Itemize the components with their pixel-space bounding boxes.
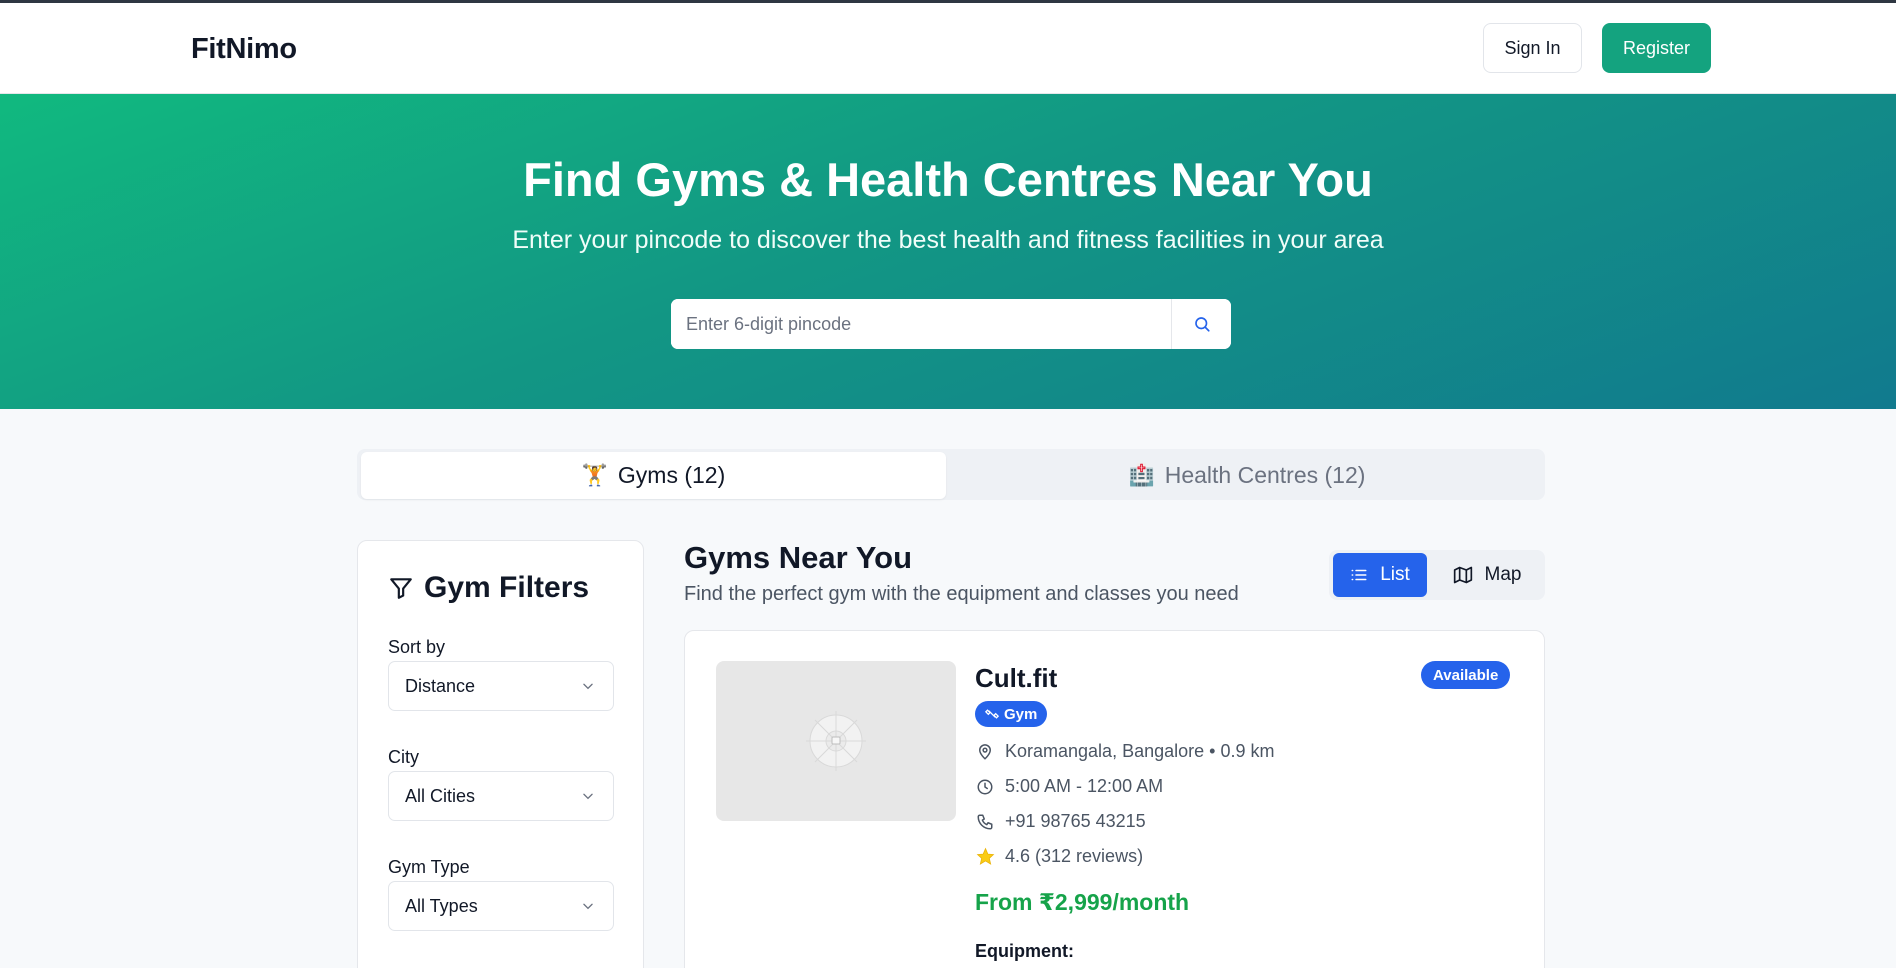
view-toggle: List Map [1329, 550, 1545, 600]
phone-icon [977, 814, 993, 829]
gym-name[interactable]: Cult.fit [975, 663, 1057, 694]
hospital-icon: 🏥 [1128, 463, 1155, 487]
gym-location: Koramangala, Bangalore • 0.9 km [975, 741, 1274, 762]
chevron-down-icon [583, 903, 593, 910]
city-select[interactable]: All Cities [388, 771, 614, 821]
map-pin-icon [978, 743, 992, 760]
register-button[interactable]: Register [1602, 23, 1711, 73]
tab-health-centres[interactable]: 🏥 Health Centres (12) [952, 452, 1542, 499]
map-icon [1453, 566, 1472, 584]
site-header: FitNimo Sign In Register [0, 3, 1896, 94]
gym-type-badge: Gym [975, 701, 1048, 727]
chevron-down-icon [583, 793, 593, 800]
list-view-button[interactable]: List [1333, 553, 1427, 597]
weightlifter-icon: 🏋️ [581, 463, 608, 487]
tab-health-centres-label: Health Centres (12) [1164, 462, 1366, 488]
filters-title: Gym Filters [388, 571, 589, 605]
category-tabs: 🏋️ Gyms (12) 🏥 Health Centres (12) [357, 449, 1545, 500]
gym-type-select[interactable]: All Types [388, 881, 614, 931]
hero-title: Find Gyms & Health Centres Near You [523, 153, 1373, 206]
star-icon [976, 847, 994, 865]
list-icon [1351, 569, 1367, 581]
hero-subtitle: Enter your pincode to discover the best … [512, 226, 1384, 254]
sort-select[interactable]: Distance [388, 661, 614, 711]
dumbbell-icon [985, 709, 999, 719]
results-subheading: Find the perfect gym with the equipment … [684, 583, 1239, 605]
city-label: City [388, 747, 419, 767]
gym-phone[interactable]: +91 98765 43215 [975, 811, 1146, 832]
sign-in-button[interactable]: Sign In [1483, 23, 1582, 73]
search-icon [1194, 317, 1210, 332]
sort-label: Sort by [388, 637, 446, 657]
chevron-down-icon [583, 683, 593, 690]
equipment-label: Equipment: [975, 941, 1074, 961]
city-value: All Cities [405, 785, 476, 806]
clock-icon [977, 779, 993, 794]
filters-panel: Gym Filters Sort by Distance City All Ci… [357, 540, 644, 968]
hero-banner: Find Gyms & Health Centres Near You Ente… [0, 94, 1896, 409]
sort-value: Distance [405, 675, 476, 696]
pincode-search [671, 299, 1231, 349]
gym-card[interactable]: Cult.fit Available Gym Koramangala, Bang… [684, 630, 1545, 968]
tab-gyms[interactable]: 🏋️ Gyms (12) [361, 452, 946, 499]
logo[interactable]: FitNimo [191, 33, 297, 66]
gym-rating: 4.6 (312 reviews) [975, 846, 1143, 867]
gym-type-label: Gym Type [388, 857, 470, 877]
tab-gyms-label: Gyms (12) [617, 462, 726, 488]
search-button[interactable] [1171, 299, 1231, 349]
pincode-input[interactable] [671, 299, 1171, 349]
gym-image-placeholder [716, 661, 956, 821]
gym-type-value: All Types [405, 895, 478, 916]
gym-price: From ₹2,999/month [975, 889, 1190, 915]
results-heading: Gyms Near You [684, 540, 913, 575]
image-placeholder-icon [806, 711, 866, 771]
status-badge: Available [1421, 661, 1511, 689]
gym-hours: 5:00 AM - 12:00 AM [975, 776, 1163, 797]
map-view-button[interactable]: Map [1433, 553, 1541, 597]
filter-icon [390, 578, 412, 599]
